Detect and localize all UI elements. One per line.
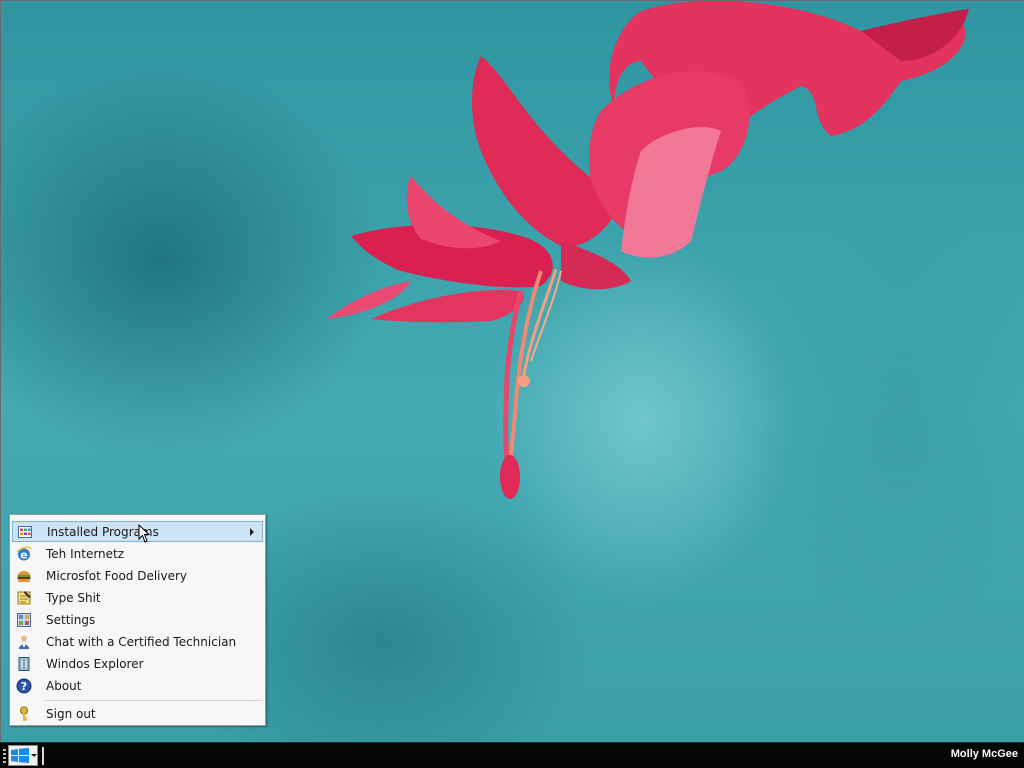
burger-icon xyxy=(16,568,32,584)
menu-item-label: Sign out xyxy=(46,706,96,721)
chevron-down-icon xyxy=(31,754,37,757)
menu-item-chat-technician[interactable]: Chat with a Certified Technician xyxy=(12,631,263,652)
menu-item-label: Microsfot Food Delivery xyxy=(46,568,188,583)
menu-item-label: Settings xyxy=(46,612,96,627)
menu-item-about[interactable]: ? About xyxy=(12,675,263,696)
menu-item-food-delivery[interactable]: Microsfot Food Delivery xyxy=(12,565,263,586)
menu-separator xyxy=(44,700,263,701)
taskbar: Molly McGee xyxy=(0,742,1024,768)
menu-item-label: Chat with a Certified Technician xyxy=(46,634,237,649)
key-icon xyxy=(16,706,32,722)
taskbar-grip[interactable] xyxy=(3,749,6,763)
menu-item-label: Windos Explorer xyxy=(46,656,144,671)
start-button[interactable] xyxy=(8,745,38,766)
menu-item-type[interactable]: Type Shit xyxy=(12,587,263,608)
settings-panel-icon xyxy=(16,612,32,628)
svg-text:e: e xyxy=(20,548,27,561)
submenu-arrow-icon xyxy=(250,528,254,536)
technician-person-icon xyxy=(16,634,32,650)
taskbar-divider xyxy=(42,747,44,765)
menu-item-sign-out[interactable]: Sign out xyxy=(12,703,263,724)
notepad-icon xyxy=(16,590,32,606)
menu-item-label: Teh Internetz xyxy=(46,546,125,561)
menu-item-teh-internetz[interactable]: e Teh Internetz xyxy=(12,543,263,564)
mouse-pointer-icon xyxy=(138,524,151,543)
menu-item-windos-explorer[interactable]: Windos Explorer xyxy=(12,653,263,674)
menu-item-settings[interactable]: Settings xyxy=(12,609,263,630)
internet-explorer-icon: e xyxy=(16,546,32,562)
installed-programs-icon xyxy=(17,524,33,540)
svg-text:?: ? xyxy=(21,680,27,693)
menu-item-label: About xyxy=(46,678,82,693)
user-name[interactable]: Molly McGee xyxy=(951,748,1018,760)
menu-item-label: Type Shit xyxy=(46,590,101,605)
help-question-icon: ? xyxy=(16,678,32,694)
start-menu: Installed Programs e Teh Internetz Micro… xyxy=(9,514,266,726)
windows-logo-icon xyxy=(11,748,29,763)
explorer-icon xyxy=(16,656,32,672)
